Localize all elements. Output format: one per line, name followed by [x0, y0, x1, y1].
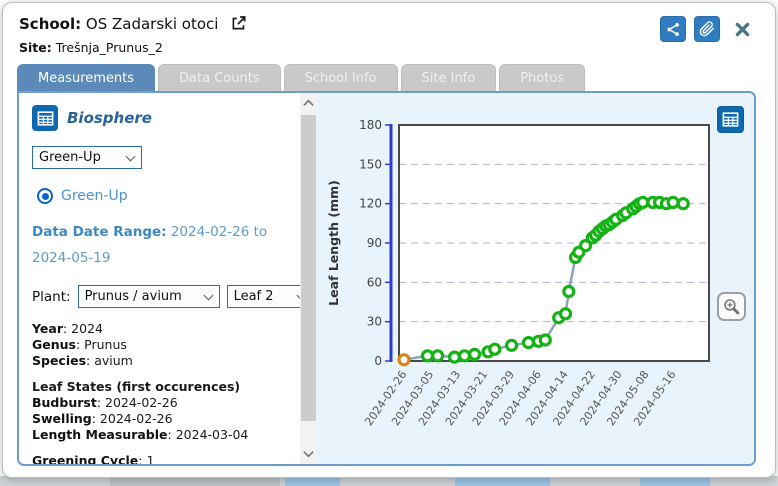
protocol-select-wrap: Green-Up — [32, 146, 142, 169]
chevron-down-icon — [303, 450, 314, 458]
greenup-radio-label: Green-Up — [61, 188, 128, 204]
detail-genus: GenusPrunus — [32, 337, 292, 353]
leaf-select-wrap: Leaf 2 — [227, 285, 300, 308]
site-name: Trešnja_Prunus_2 — [56, 40, 163, 55]
svg-text:60: 60 — [367, 275, 382, 289]
tab-measurements[interactable]: Measurements — [17, 64, 155, 91]
map-water-patch — [285, 477, 340, 486]
open-school-page-icon[interactable] — [230, 14, 248, 32]
tab-school-info[interactable]: School Info — [284, 64, 398, 91]
close-icon — [734, 21, 751, 38]
table-grid-icon — [32, 105, 58, 131]
plant-details: Year2024 GenusPrunus Speciesavium Leaf S… — [32, 321, 292, 464]
tab-data-counts[interactable]: Data Counts — [158, 64, 281, 91]
detail-year: Year2024 — [32, 321, 292, 337]
detail-swelling: Swelling2024-02-26 — [32, 411, 292, 427]
site-title: Site: Trešnja_Prunus_2 — [19, 40, 163, 55]
map-water-patch — [455, 477, 550, 486]
data-date-range-label: Data Date Range: — [32, 224, 167, 240]
section-title: Biosphere — [67, 109, 152, 127]
magnifier-plus-icon — [722, 297, 741, 316]
svg-text:120: 120 — [359, 197, 382, 211]
detail-length-measurable: Length Measurable2024-03-04 — [32, 427, 292, 443]
detail-greening-cycle: Greening Cycle1 — [32, 453, 292, 464]
chevron-up-icon — [303, 99, 314, 107]
map-land-patch — [110, 477, 280, 486]
close-button[interactable] — [731, 18, 753, 40]
leaf-select[interactable]: Leaf 2 — [227, 285, 300, 308]
zoom-in-button[interactable] — [717, 292, 746, 321]
plant-select-wrap: Prunus / avium — [78, 285, 220, 308]
protocol-select[interactable]: Green-Up — [32, 146, 142, 169]
map-water-patch — [640, 477, 710, 486]
greenup-radio[interactable] — [37, 188, 53, 204]
attachment-button[interactable] — [694, 16, 720, 42]
show-data-table-button[interactable] — [717, 106, 744, 133]
dialog-toolbar — [660, 16, 753, 42]
chart-region: 03060901201501802024-02-262024-03-052024… — [317, 93, 754, 464]
greenup-radio-row[interactable]: Green-Up — [37, 188, 292, 204]
share-icon — [665, 21, 682, 38]
svg-text:Leaf Length (mm): Leaf Length (mm) — [326, 180, 341, 306]
measurements-sidebar: Biosphere Green-Up Green-Up Data Date Ra… — [19, 93, 300, 464]
plant-select[interactable]: Prunus / avium — [78, 285, 220, 308]
site-details-dialog: School: OS Zadarski otoci Site: Trešnja_… — [2, 2, 776, 478]
svg-text:30: 30 — [367, 315, 382, 329]
data-date-range: Data Date Range: 2024-02-26 to 2024-05-1… — [32, 219, 282, 271]
scrollbar-thumb[interactable] — [301, 115, 316, 421]
svg-text:90: 90 — [367, 236, 382, 250]
svg-text:0: 0 — [374, 354, 382, 368]
share-button[interactable] — [660, 16, 686, 42]
school-title: School: OS Zadarski otoci — [19, 14, 248, 33]
leaf-length-chart: 03060901201501802024-02-262024-03-052024… — [323, 101, 723, 453]
site-label: Site: — [19, 40, 52, 55]
tab-site-info[interactable]: Site Info — [401, 64, 497, 91]
svg-text:150: 150 — [359, 157, 382, 171]
biosphere-header: Biosphere — [32, 105, 292, 131]
sidebar-scrollbar[interactable] — [300, 93, 317, 464]
measurements-panel: Biosphere Green-Up Green-Up Data Date Ra… — [17, 91, 756, 466]
plant-label: Plant: — [32, 289, 71, 305]
school-label: School: — [19, 15, 81, 33]
plant-row: Plant: Prunus / avium Leaf 2 — [32, 285, 292, 308]
detail-species: Speciesavium — [32, 353, 292, 369]
table-grid-icon — [721, 110, 740, 129]
leaf-states-heading: Leaf States (first occurences) — [32, 379, 292, 395]
svg-text:180: 180 — [359, 118, 382, 132]
scroll-up-button[interactable] — [300, 95, 317, 111]
paperclip-icon — [699, 21, 715, 37]
detail-budburst: Budburst2024-02-26 — [32, 395, 292, 411]
tab-bar: Measurements Data Counts School Info Sit… — [17, 64, 585, 91]
scroll-down-button[interactable] — [300, 446, 317, 462]
tab-photos[interactable]: Photos — [499, 64, 585, 91]
school-name: OS Zadarski otoci — [86, 15, 219, 33]
